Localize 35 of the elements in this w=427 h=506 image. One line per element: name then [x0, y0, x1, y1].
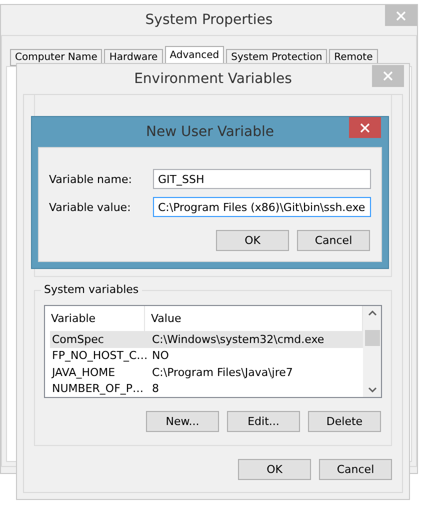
close-button[interactable] [372, 65, 404, 87]
action-button[interactable]: New... [146, 411, 219, 432]
close-button[interactable] [349, 117, 381, 138]
field-label: Variable value: [49, 200, 132, 214]
value-cell-text: NO [151, 349, 170, 362]
variable-cell-text: JAVA_HOME [50, 366, 116, 379]
scroll-down-icon[interactable] [368, 387, 376, 393]
dialog-button[interactable]: Cancel [319, 459, 392, 480]
text-field[interactable]: C:\Program Files (x86)\Git\bin\ssh.exe [153, 197, 371, 217]
dialog-title: New User Variable [146, 124, 274, 140]
action-button[interactable]: Delete [308, 411, 381, 432]
close-icon [383, 71, 393, 81]
close-button[interactable] [385, 5, 417, 26]
list-row[interactable]: ComSpec C:\Windows\system32\cmd.exe [50, 331, 363, 348]
scroll-up-icon[interactable] [368, 310, 376, 316]
dialog-button[interactable]: OK [238, 459, 311, 480]
value-cell-text: 8 [151, 382, 160, 396]
list-row[interactable]: FP_NO_HOST_C… NO [50, 348, 363, 364]
field-label: Variable name: [49, 172, 133, 186]
variable-cell-text: FP_NO_HOST_C… [51, 349, 149, 362]
scroll-thumb[interactable] [364, 330, 380, 346]
text-field[interactable]: GIT_SSH [153, 169, 371, 189]
close-icon [360, 122, 370, 132]
variable-cell-text: NUMBER_OF_P… [51, 382, 145, 396]
scrollbar[interactable] [363, 306, 381, 397]
value-cell-text: C:\Program Files\Java\jre7 [151, 366, 294, 379]
value-cell-text: C:\Windows\system32\cmd.exe [151, 332, 326, 346]
group-title: System variables [41, 283, 142, 296]
dialog-button[interactable]: OK [216, 230, 289, 251]
action-button[interactable]: Edit... [227, 411, 300, 432]
variable-cell-text: ComSpec [51, 332, 105, 346]
dialog-button[interactable]: Cancel [297, 230, 370, 251]
window-title: System Properties [145, 12, 273, 28]
close-icon [396, 10, 406, 20]
window-title: Environment Variables [134, 71, 292, 87]
